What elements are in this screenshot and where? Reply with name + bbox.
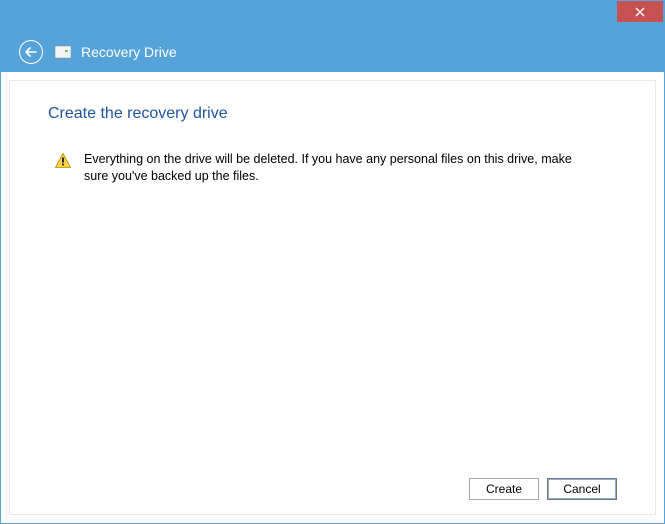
close-icon <box>635 7 645 17</box>
header-title: Recovery Drive <box>81 44 177 60</box>
warning-icon <box>54 152 72 170</box>
back-button[interactable] <box>19 40 43 64</box>
page-title: Create the recovery drive <box>48 105 617 123</box>
content-panel: Create the recovery drive Everything on … <box>9 80 656 515</box>
drive-icon <box>55 46 71 58</box>
button-row: Create Cancel <box>48 466 617 500</box>
recovery-drive-wizard-window: Recovery Drive Create the recovery drive… <box>0 0 665 524</box>
close-button[interactable] <box>617 1 663 22</box>
warning-text: Everything on the drive will be deleted.… <box>84 151 574 185</box>
content-outer: Create the recovery drive Everything on … <box>1 72 664 523</box>
create-button[interactable]: Create <box>469 478 539 500</box>
warning-row: Everything on the drive will be deleted.… <box>48 151 617 185</box>
arrow-left-icon <box>25 47 37 57</box>
content-spacer <box>48 185 617 466</box>
header-bar: Recovery Drive <box>1 31 664 72</box>
titlebar <box>1 1 664 31</box>
cancel-button[interactable]: Cancel <box>547 478 617 500</box>
